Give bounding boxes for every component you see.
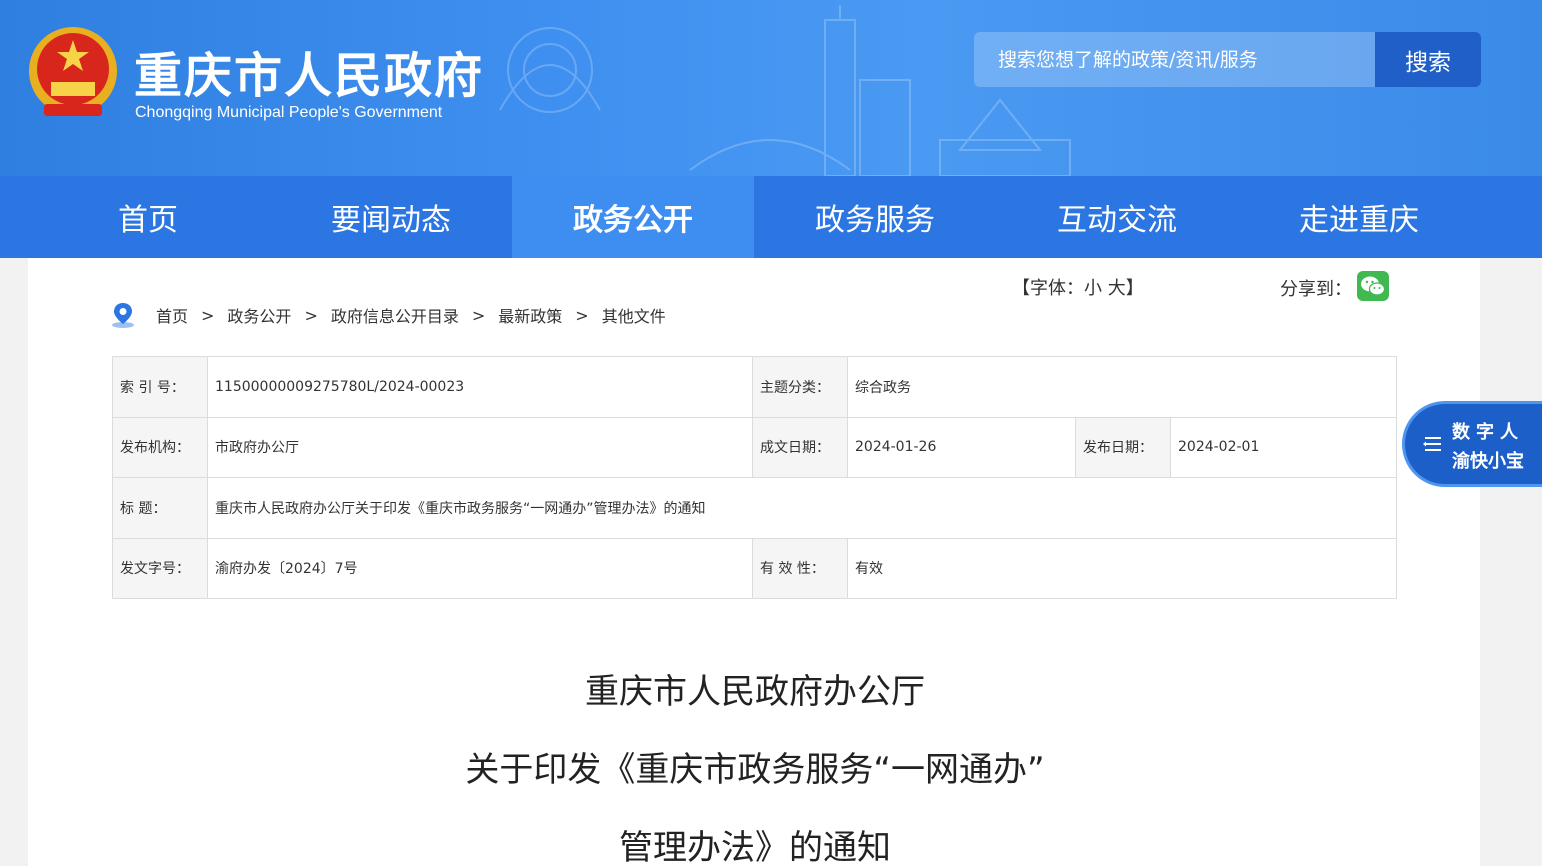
document-metadata-table: 索 引 号： 11500000009275780L/2024-00023 主题分…: [112, 356, 1397, 599]
nav-item-government-affairs[interactable]: 政务公开: [512, 176, 754, 258]
issuer-key: 发布机构：: [112, 416, 208, 478]
validity-value: 有效: [847, 537, 1397, 599]
topic-value: 综合政务: [847, 356, 1397, 418]
font-size-label: 【字体：: [1012, 278, 1084, 299]
published-date-value: 2024-02-01: [1170, 416, 1397, 478]
created-date-key: 成文日期：: [752, 416, 848, 478]
issuer-value: 市政府办公厅: [207, 416, 753, 478]
wechat-share-icon[interactable]: [1357, 271, 1389, 301]
breadcrumb-separator: >: [201, 305, 215, 325]
nav-item-about-chongqing[interactable]: 走进重庆: [1238, 176, 1480, 258]
breadcrumb-info-catalog[interactable]: 政府信息公开目录: [331, 303, 459, 327]
published-date-key: 发布日期：: [1075, 416, 1171, 478]
font-small-button[interactable]: 小: [1084, 278, 1102, 299]
breadcrumb-other-files[interactable]: 其他文件: [602, 303, 666, 327]
search-button[interactable]: 搜索: [1375, 32, 1481, 87]
breadcrumb-separator: >: [575, 305, 589, 325]
document-number-key: 发文字号：: [112, 537, 208, 599]
document-title-line-1: 重庆市人民政府办公厅: [585, 672, 925, 712]
breadcrumb-government-affairs[interactable]: 政务公开: [227, 303, 291, 327]
topic-key: 主题分类：: [752, 356, 848, 418]
document-title-line-2: 关于印发《重庆市政务服务“一网通办”: [465, 750, 1045, 790]
nav-item-services[interactable]: 政务服务: [754, 176, 996, 258]
index-number-key: 索 引 号：: [112, 356, 208, 418]
nav-item-news[interactable]: 要闻动态: [270, 176, 512, 258]
created-date-value: 2024-01-26: [847, 416, 1076, 478]
assistant-label-line-2: 渝快小宝: [1452, 451, 1524, 472]
breadcrumb-separator: >: [304, 305, 318, 325]
main-nav: 首页 要闻动态 政务公开 政务服务 互动交流 走进重庆: [0, 176, 1542, 258]
table-row: 发布机构： 市政府办公厅 成文日期： 2024-01-26 发布日期： 2024…: [112, 416, 1397, 478]
breadcrumb-home[interactable]: 首页: [156, 303, 188, 327]
title-key: 标 题：: [112, 477, 208, 539]
site-title: 重庆市人民政府: [134, 48, 485, 104]
city-skyline-decoration: [499, 5, 1071, 176]
font-size-close: 】: [1125, 278, 1144, 299]
font-large-button[interactable]: 大: [1108, 278, 1126, 299]
digital-assistant-widget[interactable]: 数字人 渝快小宝: [1402, 401, 1542, 487]
breadcrumb-separator: >: [471, 305, 486, 325]
national-emblem-icon: [29, 27, 117, 116]
title-value: 重庆市人民政府办公厅关于印发《重庆市政务服务“一网通办”管理办法》的通知: [207, 477, 1397, 539]
nav-item-home[interactable]: 首页: [0, 176, 270, 258]
location-pin-icon: [112, 303, 134, 328]
breadcrumb: 首页 > 政务公开 > 政府信息公开目录 > 最新政策 > 其他文件: [110, 300, 666, 330]
breadcrumb-latest-policy[interactable]: 最新政策: [498, 303, 562, 327]
validity-key: 有 效 性：: [752, 537, 848, 599]
menu-icon: [1423, 437, 1441, 451]
assistant-label-line-1: 数字人: [1452, 422, 1524, 443]
site-header: 重庆市人民政府 Chongqing Municipal People's Gov…: [0, 0, 1542, 176]
table-row: 标 题： 重庆市人民政府办公厅关于印发《重庆市政务服务“一网通办”管理办法》的通…: [112, 477, 1397, 539]
table-row: 索 引 号： 11500000009275780L/2024-00023 主题分…: [112, 356, 1397, 418]
document-number-value: 渝府办发〔2024〕7号: [207, 537, 753, 599]
nav-item-interaction[interactable]: 互动交流: [996, 176, 1238, 258]
font-size-tool: 【字体：小 大】: [1012, 274, 1144, 300]
share-label: 分享到：: [1280, 279, 1352, 300]
index-number-value: 11500000009275780L/2024-00023: [207, 356, 753, 418]
site-subtitle: Chongqing Municipal People's Government: [135, 104, 443, 121]
document-title-line-3: 管理办法》的通知: [619, 828, 891, 866]
search-input[interactable]: [974, 32, 1375, 87]
table-row: 发文字号： 渝府办发〔2024〕7号 有 效 性： 有效: [112, 537, 1397, 599]
